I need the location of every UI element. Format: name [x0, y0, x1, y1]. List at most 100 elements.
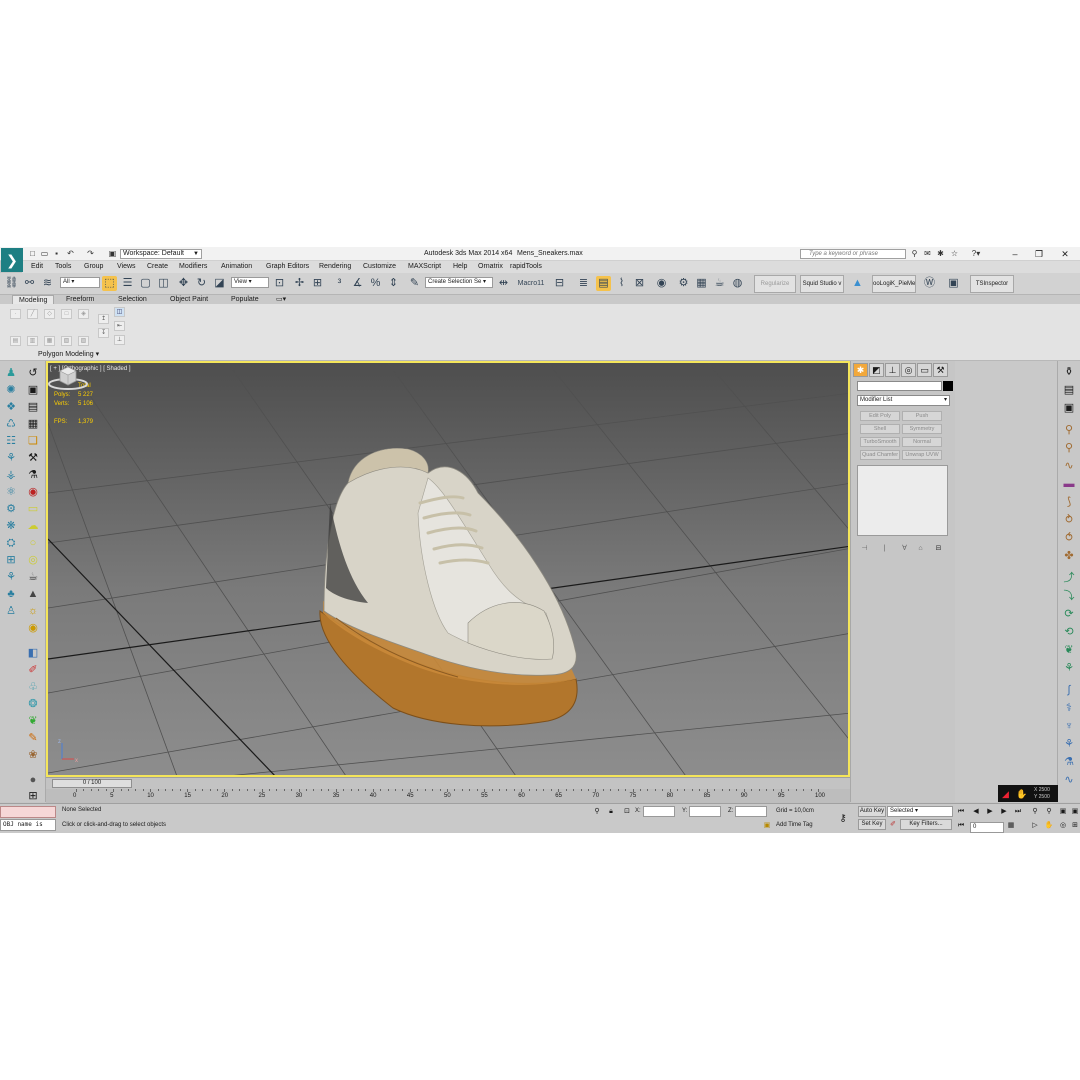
auto-key-button[interactable]: Auto Key — [858, 806, 886, 817]
cone-icon[interactable]: ▲ — [26, 587, 40, 601]
tab-motion-icon[interactable]: ◎ — [901, 363, 916, 377]
modifier-push-button[interactable]: Push — [902, 411, 942, 421]
right-tool-21-icon[interactable]: ⚘ — [1062, 737, 1076, 751]
key-mode-toggle-icon[interactable]: ⏮ — [956, 821, 966, 831]
maximize-viewport-icon[interactable]: ⊞ — [1070, 821, 1080, 831]
tab-utilities-icon[interactable]: ⚒ — [933, 363, 948, 377]
select-by-name-icon[interactable]: ☰ — [120, 276, 135, 291]
right-tool-4-icon[interactable]: ⚲ — [1062, 423, 1076, 437]
tab-display-icon[interactable]: ▭ — [917, 363, 932, 377]
close-button[interactable]: ✕ — [1058, 248, 1072, 260]
communication-icon[interactable]: ✱ — [936, 250, 945, 258]
configure-modifier-sets-icon[interactable]: ⊟ — [933, 544, 944, 554]
set-key-button[interactable]: Set Key — [858, 819, 886, 830]
right-tool-13-icon[interactable]: ⤵ — [1062, 589, 1076, 603]
subscription-icon[interactable]: ✉ — [923, 250, 932, 258]
systems-icon[interactable]: ❖ — [4, 400, 18, 414]
grow-icon[interactable]: ▤ — [10, 336, 21, 346]
box-icon[interactable]: ▭ — [26, 502, 40, 516]
vertex-icon[interactable]: · — [10, 309, 21, 319]
rectangular-selection-icon[interactable]: ▢ — [138, 276, 153, 291]
right-tool-20-icon[interactable]: ♆ — [1062, 719, 1076, 733]
right-tool-3-icon[interactable]: ▣ — [1062, 401, 1076, 415]
select-link-icon[interactable]: ⛓ — [4, 276, 19, 291]
image-icon[interactable]: ▣ — [26, 383, 40, 397]
field-of-view-icon[interactable]: ▷ — [1030, 821, 1040, 831]
object-color-swatch[interactable] — [943, 381, 953, 391]
menu-group[interactable]: Group — [84, 263, 103, 270]
zoom-extents-icon[interactable]: ▣ — [1058, 807, 1068, 817]
selection-lock-icon[interactable]: 🔒︎ — [606, 807, 616, 817]
right-tool-12-icon[interactable]: ⤴ — [1062, 571, 1076, 585]
render-setup-icon[interactable]: ⚙ — [676, 276, 691, 291]
menu-ornatrix[interactable]: Ornatrix — [478, 263, 503, 270]
right-tool-7-icon[interactable]: ▬ — [1062, 477, 1076, 491]
menu-rendering[interactable]: Rendering — [319, 263, 351, 270]
keyboard-shortcut-icon[interactable]: ⊞ — [310, 276, 325, 291]
tab-populate[interactable]: Populate — [225, 295, 265, 304]
track-bar[interactable]: 0 5 10 15 20 25 30 35 40 45 50 55 60 65 70 75 80 85 90 95 10… — [46, 789, 850, 803]
shrink-icon[interactable]: ▥ — [27, 336, 38, 346]
menu-maxscript[interactable]: MAXScript — [408, 263, 441, 270]
menu-create[interactable]: Create — [147, 263, 168, 270]
x-coord-field[interactable] — [643, 806, 675, 817]
schematic-view-icon[interactable]: ⊠ — [632, 276, 647, 291]
help-icon[interactable]: ?▾ — [968, 250, 984, 258]
right-tool-18-icon[interactable]: ∫ — [1062, 683, 1076, 697]
zoom-icon[interactable]: ⚲ — [1030, 807, 1040, 817]
right-tool-17-icon[interactable]: ⚘ — [1062, 661, 1076, 675]
bind-space-warp-icon[interactable]: ≋ — [40, 276, 55, 291]
menu-views[interactable]: Views — [117, 263, 136, 270]
application-menu-button[interactable]: ❯ — [1, 248, 23, 272]
plugin-panel-icon[interactable]: ▣ — [946, 276, 961, 291]
edge-icon[interactable]: ╱ — [27, 309, 38, 319]
make-unique-icon[interactable]: ∀ — [899, 544, 910, 554]
modifier-edit-poly-button[interactable]: Edit Poly — [860, 411, 900, 421]
modifier-stack-list[interactable] — [857, 465, 948, 536]
right-tool-5-icon[interactable]: ⚲ — [1062, 441, 1076, 455]
play-icon[interactable]: ▶ — [985, 807, 995, 817]
menu-customize[interactable]: Customize — [363, 263, 396, 270]
right-tool-22-icon[interactable]: ⚗ — [1062, 755, 1076, 769]
snaps-toggle-icon[interactable]: ³ — [332, 276, 347, 291]
angle-snap-icon[interactable]: ∡ — [350, 276, 365, 291]
shape-icon[interactable]: ♧ — [26, 680, 40, 694]
tab-selection[interactable]: Selection — [112, 295, 153, 304]
maximize-button[interactable]: ❐ — [1032, 248, 1046, 260]
menu-edit[interactable]: Edit — [31, 263, 43, 270]
cloud-icon[interactable]: ☁ — [26, 519, 40, 533]
key-filters-button[interactable]: Key Filters... — [900, 819, 952, 830]
plugin-w-icon[interactable]: Ⓦ — [922, 276, 937, 291]
plugin-icon[interactable]: ▲ — [850, 276, 865, 291]
spacewarp-icon[interactable]: ♺ — [4, 417, 18, 431]
percent-snap-icon[interactable]: % — [368, 276, 383, 291]
curve-editor-icon[interactable]: ⌇ — [614, 276, 629, 291]
right-tool-10-icon[interactable]: ⥀ — [1062, 531, 1076, 545]
current-frame-field[interactable]: 0 — [970, 822, 1004, 833]
render-activeshade-icon[interactable]: ◍ — [730, 276, 745, 291]
mirror-icon[interactable]: ⇹ — [496, 276, 511, 291]
viewport-orthographic[interactable]: z x [ + ] [Orthographic ] [ Shaded ] Tot… — [46, 361, 850, 777]
orbit-icon[interactable]: ↺ — [26, 366, 40, 380]
reference-coordinate-select[interactable]: View ▾ — [231, 277, 269, 288]
right-tool-2-icon[interactable]: ▤ — [1062, 383, 1076, 397]
redo-icon[interactable]: ↷ — [86, 250, 95, 258]
border-icon[interactable]: ◇ — [44, 309, 55, 319]
pencil-icon[interactable]: ✎ — [26, 731, 40, 745]
menu-tools[interactable]: Tools — [55, 263, 71, 270]
tab-modify-icon[interactable]: ◩ — [869, 363, 884, 377]
torus-icon[interactable]: ◎ — [26, 553, 40, 567]
time-config-icon[interactable]: ▦ — [1006, 821, 1016, 831]
show-end-result-icon[interactable]: | — [879, 544, 890, 554]
absolute-mode-icon[interactable]: ⊡ — [622, 807, 632, 817]
ring-icon[interactable]: ▦ — [44, 336, 55, 346]
menu-animation[interactable]: Animation — [221, 263, 252, 270]
pin-stack-icon[interactable]: ⊣ — [859, 544, 870, 554]
target-icon[interactable]: ◉ — [26, 621, 40, 635]
right-tool-9-icon[interactable]: ⥁ — [1062, 513, 1076, 527]
menu-graph-editors[interactable]: Graph Editors — [266, 263, 309, 270]
camera-icon[interactable]: ⚶ — [4, 468, 18, 482]
sun-icon[interactable]: ☼ — [26, 604, 40, 618]
element-icon[interactable]: ◈ — [78, 309, 89, 319]
brush-icon[interactable]: ❀ — [26, 748, 40, 762]
